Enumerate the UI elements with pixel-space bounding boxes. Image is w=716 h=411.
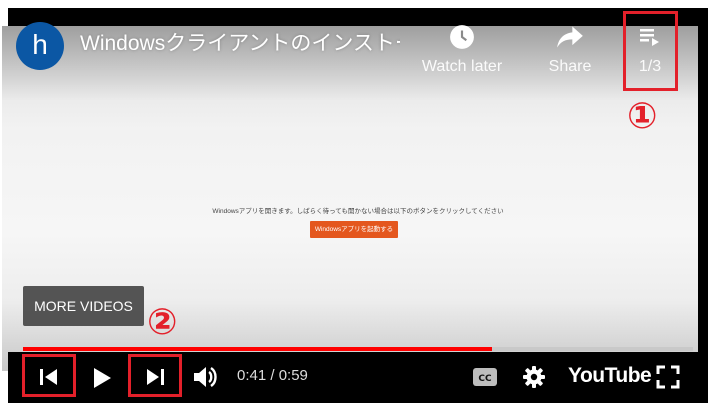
more-videos-button[interactable]: MORE VIDEOS: [23, 286, 144, 326]
share-arrow-icon: [557, 26, 583, 48]
play-icon[interactable]: [91, 366, 113, 390]
annotation-box-previous: [22, 354, 76, 397]
time-display: 0:41 / 0:59: [237, 367, 308, 384]
watch-later-button[interactable]: Watch later: [412, 24, 512, 76]
svg-text:CC: CC: [478, 374, 492, 384]
volume-icon[interactable]: [192, 364, 220, 390]
annotation-box-playlist: [623, 11, 678, 91]
annotation-number-two: ②: [147, 301, 178, 342]
progress-bar[interactable]: [23, 347, 693, 351]
progress-played: [23, 347, 492, 351]
annotation-number-one: ①: [627, 95, 658, 136]
share-button[interactable]: Share: [535, 24, 605, 76]
clock-icon: [450, 25, 474, 49]
watch-later-label: Watch later: [421, 58, 503, 75]
share-label: Share: [548, 58, 592, 75]
youtube-logo[interactable]: YouTube: [568, 364, 652, 388]
fullscreen-icon[interactable]: [656, 365, 680, 389]
settings-gear-icon[interactable]: [522, 365, 546, 389]
control-bar: 0:41 / 0:59 CC YouTube: [8, 352, 708, 403]
video-title[interactable]: Windowsクライアントのインストール: [80, 29, 400, 59]
launch-app-button[interactable]: Windowsアプリを起動する: [310, 221, 398, 238]
annotation-box-next: [128, 354, 182, 397]
channel-avatar[interactable]: h: [16, 22, 64, 70]
app-open-message: Windowsアプリを開きます。しばらく待っても開かない場合は以下のボタンをクリ…: [212, 208, 504, 215]
captions-icon[interactable]: CC: [472, 367, 498, 387]
